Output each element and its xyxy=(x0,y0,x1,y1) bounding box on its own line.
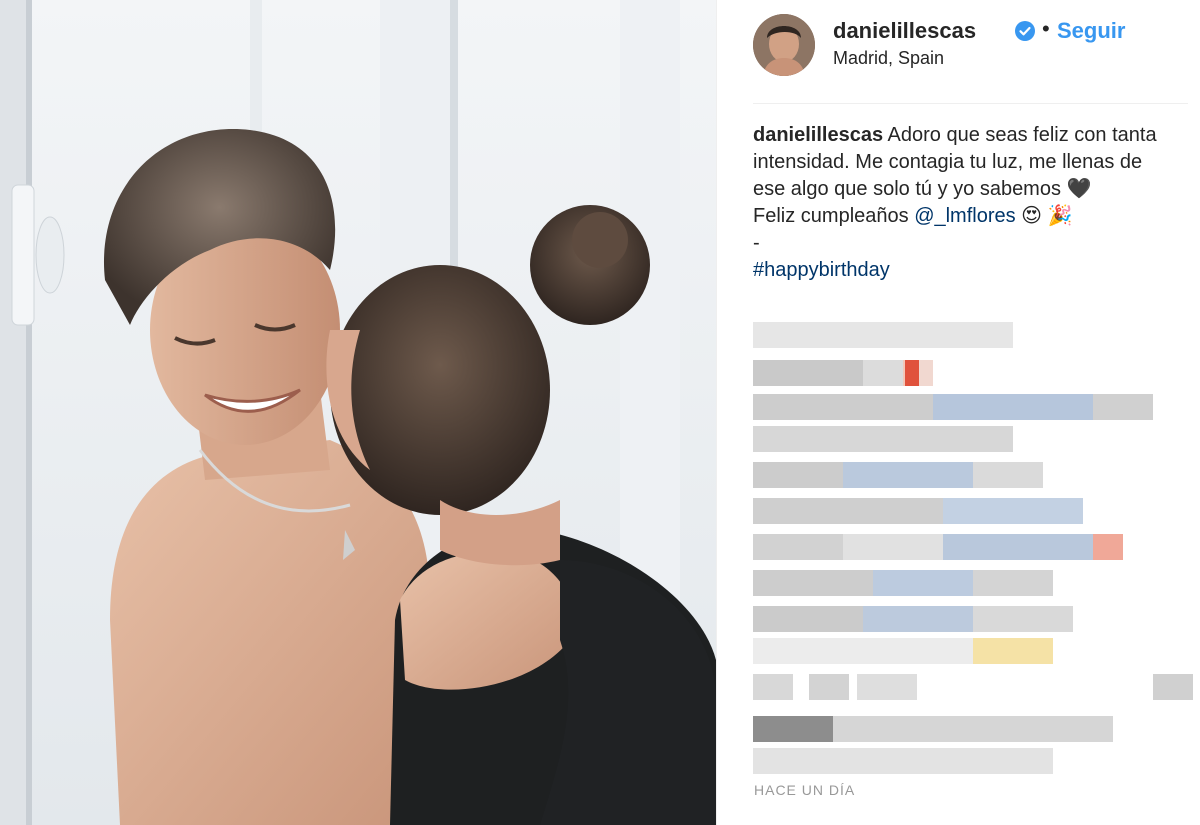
separator-dot: • xyxy=(1042,16,1050,41)
comment-item-blurred xyxy=(753,570,1193,596)
username-link[interactable]: danielillescas xyxy=(833,18,976,44)
follow-button[interactable]: Seguir xyxy=(1057,18,1125,44)
comment-item-blurred xyxy=(753,638,1193,664)
comment-item-blurred xyxy=(753,462,1193,488)
header-divider xyxy=(753,103,1188,104)
caption-dash: - xyxy=(753,232,760,254)
profile-picture xyxy=(753,14,815,76)
comment-item-blurred xyxy=(753,322,1193,348)
comment-item-blurred xyxy=(753,748,1193,774)
avatar[interactable] xyxy=(753,14,815,76)
comment-item-blurred xyxy=(753,716,1193,742)
caption-mention[interactable]: @_lmflores xyxy=(914,205,1015,227)
caption-username[interactable]: danielillescas xyxy=(753,124,883,146)
comment-item-blurred xyxy=(753,498,1193,524)
post-header: danielillescas • Seguir Madrid, Spain xyxy=(753,14,1188,76)
location-link[interactable]: Madrid, Spain xyxy=(833,48,944,69)
comments-list-blurred xyxy=(753,322,1193,774)
comment-item-blurred xyxy=(753,606,1193,632)
post-photo[interactable] xyxy=(0,0,716,825)
post-details-panel: danielillescas • Seguir Madrid, Spain da… xyxy=(716,0,1200,825)
comment-item-blurred xyxy=(753,360,1193,386)
caption-birthday-text: Feliz cumpleaños xyxy=(753,205,915,227)
verified-badge-icon xyxy=(1015,21,1035,41)
comment-item-blurred xyxy=(753,426,1193,452)
caption-emojis: 😍 🎉 xyxy=(1015,205,1073,227)
post-caption: danielillescas Adoro que seas feliz con … xyxy=(753,122,1173,284)
comment-item-blurred xyxy=(753,534,1193,560)
comment-item-blurred xyxy=(753,674,1193,700)
post-timestamp[interactable]: HACE UN DÍA xyxy=(754,782,855,798)
couple-photo xyxy=(0,0,716,825)
caption-hashtag[interactable]: #happybirthday xyxy=(753,259,890,281)
comment-item-blurred xyxy=(753,394,1193,420)
